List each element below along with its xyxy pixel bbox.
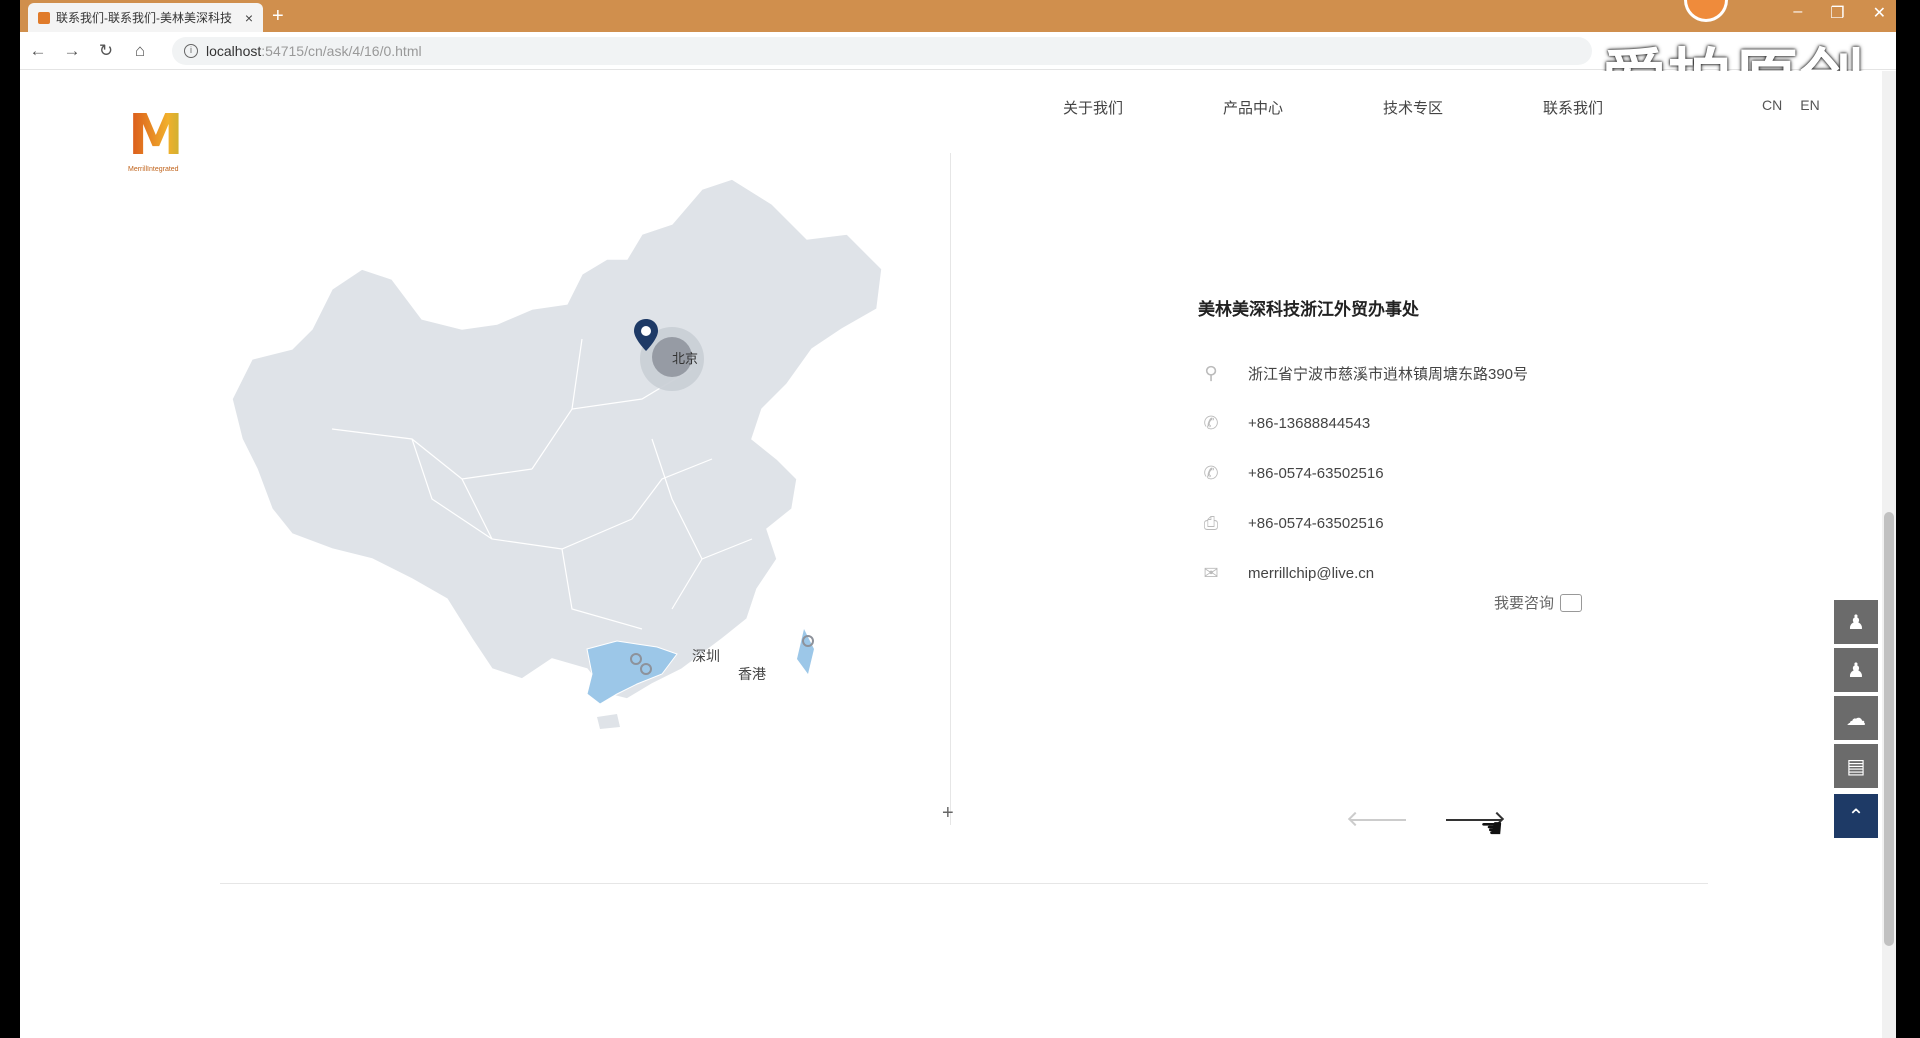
nav-item-about[interactable]: 关于我们: [1063, 97, 1123, 118]
new-tab-button[interactable]: +: [272, 5, 284, 28]
browser-window: 联系我们-联系我们-美林美深科技 × + – ❐ ✕ ← → ↻ ⌂ i loc…: [20, 0, 1896, 1038]
web-page: M MerrillIntegrated 关于我们 产品中心 技术专区 联系我们 …: [20, 71, 1882, 1038]
browser-tab[interactable]: 联系我们-联系我们-美林美深科技 ×: [28, 3, 263, 32]
floating-sidebar: ♟ ♟ ☁ ▤ ⌃: [1834, 600, 1878, 838]
close-window-button[interactable]: ✕: [1873, 3, 1886, 23]
email-icon: ✉: [1203, 562, 1219, 583]
nav-item-tech[interactable]: 技术专区: [1383, 97, 1443, 118]
chevron-up-icon: ⌃: [1847, 805, 1865, 828]
logo-mark: M: [128, 108, 208, 164]
wechat-icon: ☁: [1846, 707, 1866, 730]
fax-text: +86-0574-63502516: [1248, 514, 1384, 532]
address-bar[interactable]: i localhost:54715/cn/ask/4/16/0.html: [172, 36, 1592, 65]
language-switch: CN EN: [1762, 97, 1820, 113]
phone1-text: +86-13688844543: [1248, 414, 1371, 432]
maximize-button[interactable]: ❐: [1830, 3, 1844, 23]
url-host: localhost: [206, 42, 262, 59]
consult-button[interactable]: 我要咨询: [1494, 592, 1583, 613]
site-logo[interactable]: M MerrillIntegrated: [128, 108, 208, 178]
hand-cursor-icon: ☚: [1480, 813, 1504, 843]
horizontal-divider: [220, 883, 1708, 884]
location-icon: ⚲: [1204, 362, 1218, 383]
fax-row: ⎙ +86-0574-63502516: [1198, 498, 1618, 548]
vertical-divider: [950, 153, 951, 825]
scrollbar-thumb[interactable]: [1884, 512, 1894, 946]
phone2-text: +86-0574-63502516: [1248, 464, 1384, 482]
message-icon: ▤: [1846, 755, 1866, 778]
back-button[interactable]: ←: [28, 41, 48, 61]
window-controls: – ❐ ✕: [1793, 3, 1886, 23]
office-title: 美林美深科技浙江外贸办事处: [1198, 300, 1419, 319]
wechat-button[interactable]: ☁: [1834, 696, 1878, 740]
address-row: ⚲ 浙江省宁波市慈溪市逍林镇周塘东路390号: [1198, 348, 1618, 398]
nav-item-contact[interactable]: 联系我们: [1543, 97, 1603, 118]
scrollbar[interactable]: [1882, 71, 1896, 1038]
map-label-shenzhen: 深圳: [692, 649, 720, 665]
fax-icon: ⎙: [1203, 512, 1219, 533]
tab-close-icon[interactable]: ×: [245, 10, 253, 26]
phone-icon: ✆: [1203, 462, 1219, 483]
home-button[interactable]: ⌂: [130, 41, 150, 61]
map-label-hongkong: 香港: [738, 667, 766, 683]
qq-service-button-2[interactable]: ♟: [1834, 648, 1878, 692]
plus-icon[interactable]: +: [942, 802, 954, 825]
address-text: 浙江省宁波市慈溪市逍林镇周塘东路390号: [1248, 365, 1529, 383]
china-map[interactable]: 北京 深圳 香港: [232, 179, 892, 729]
prev-arrow-button[interactable]: [1347, 810, 1406, 830]
qq-icon: ♟: [1847, 611, 1865, 634]
hainan-island: [597, 714, 620, 729]
office-info: 美林美深科技浙江外贸办事处 ⚲ 浙江省宁波市慈溪市逍林镇周塘东路390号 ✆ +…: [1198, 295, 1618, 598]
qq-service-button-1[interactable]: ♟: [1834, 600, 1878, 644]
email-row: ✉ merrillchip@live.cn: [1198, 548, 1618, 598]
favicon-icon: [38, 11, 50, 24]
main-nav: 关于我们 产品中心 技术专区 联系我们: [1063, 97, 1603, 118]
tab-title: 联系我们-联系我们-美林美深科技: [56, 11, 232, 25]
info-icon[interactable]: i: [184, 43, 198, 58]
forward-button[interactable]: →: [62, 41, 82, 61]
map-label-beijing: 北京: [672, 352, 698, 367]
lang-en[interactable]: EN: [1800, 97, 1819, 113]
profile-avatar[interactable]: [1684, 0, 1728, 22]
qq-icon: ♟: [1847, 659, 1865, 682]
nav-item-products[interactable]: 产品中心: [1223, 97, 1283, 118]
phone2-row: ✆ +86-0574-63502516: [1198, 448, 1618, 498]
chat-bubble-icon: [1560, 593, 1583, 612]
phone-icon: ✆: [1203, 412, 1219, 433]
map-mainland: [232, 179, 883, 700]
reload-button[interactable]: ↻: [96, 41, 116, 61]
consult-label: 我要咨询: [1494, 595, 1555, 612]
url-path: :54715/cn/ask/4/16/0.html: [261, 42, 422, 59]
minimize-button[interactable]: –: [1793, 3, 1802, 23]
logo-text: MerrillIntegrated: [128, 166, 179, 173]
message-button[interactable]: ▤: [1834, 744, 1878, 788]
back-to-top-button[interactable]: ⌃: [1834, 794, 1878, 838]
email-text[interactable]: merrillchip@live.cn: [1248, 565, 1374, 582]
lang-cn[interactable]: CN: [1762, 97, 1782, 113]
phone1-row: ✆ +86-13688844543: [1198, 398, 1618, 448]
